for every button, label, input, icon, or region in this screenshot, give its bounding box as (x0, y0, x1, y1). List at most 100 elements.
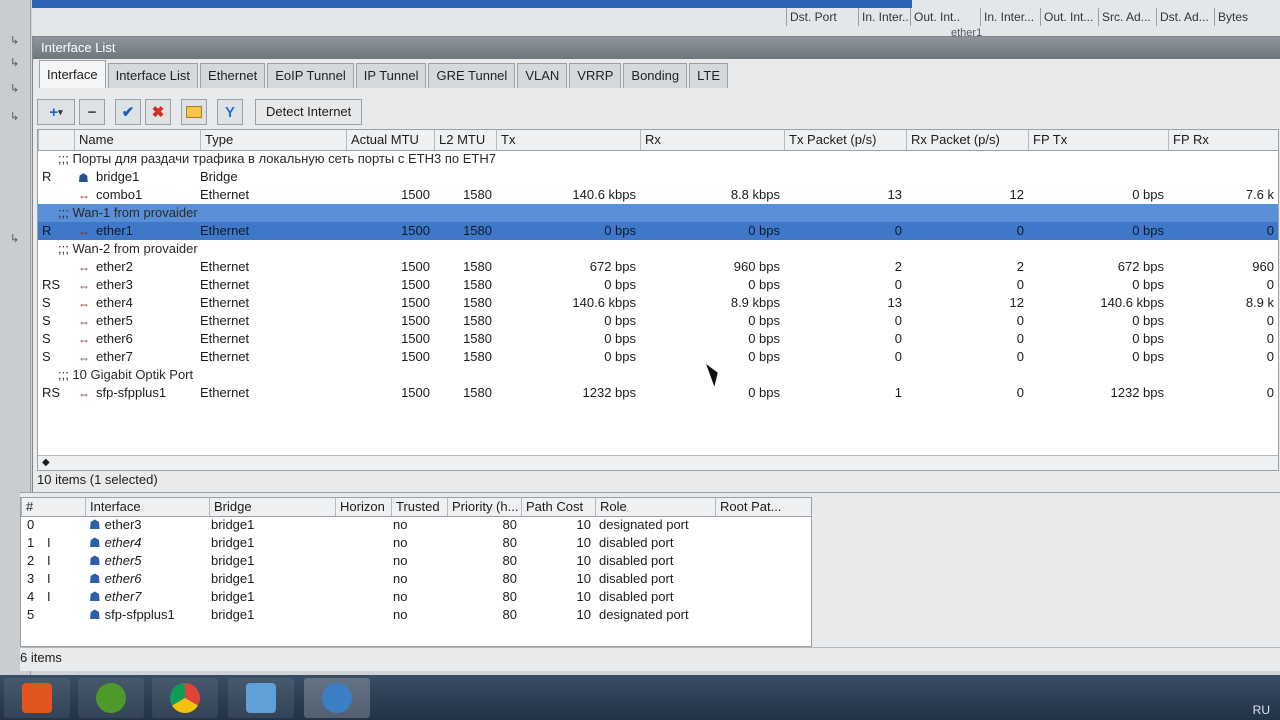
interface-name-text: combo1 (96, 187, 143, 202)
col-rx[interactable]: Rx (640, 130, 785, 150)
window-title[interactable]: Interface List (33, 37, 1280, 59)
bridge-port-row[interactable]: 0 ☗ ether3 bridge1 no 80 10 designated port (21, 516, 811, 534)
tree-arrow-icon[interactable]: ↳ (10, 110, 19, 123)
col-role[interactable]: Role (595, 498, 716, 516)
tab-eoip-tunnel[interactable]: EoIP Tunnel (267, 63, 354, 88)
check-icon: ✔ (121, 104, 135, 121)
tree-arrow-icon[interactable]: ↳ (10, 34, 19, 47)
tree-arrow-icon[interactable]: ↳ (10, 56, 19, 69)
interface-name-text: ether4 (96, 295, 133, 310)
port-interface: ☗ ether6 (89, 570, 205, 588)
tab-interface[interactable]: Interface (39, 60, 106, 88)
tab-ip-tunnel[interactable]: IP Tunnel (355, 63, 427, 88)
col-root-path[interactable]: Root Pat... (715, 498, 811, 516)
bridge-port-row[interactable]: 2 I ☗ ether5 bridge1 no 80 10 disabled port (21, 552, 811, 570)
plus-icon: + (49, 103, 59, 121)
col-actual-mtu[interactable]: Actual MTU (346, 130, 435, 150)
bridge-port-row[interactable]: 1 I ☗ ether4 bridge1 no 80 10 disabled port (21, 534, 811, 552)
bg-col-out-int-2[interactable]: Out. Int... (1040, 8, 1096, 26)
disable-button[interactable]: ✖ (145, 99, 171, 125)
interface-comment-row[interactable]: ;;; Wan-1 from provaider (38, 204, 1278, 222)
bg-col-dst-port[interactable]: Dst. Port (786, 8, 854, 26)
bg-col-in-inter[interactable]: In. Inter... (858, 8, 908, 26)
col-tx-packet[interactable]: Tx Packet (p/s) (784, 130, 907, 150)
interface-row[interactable]: R ☗ bridge1 Bridge (38, 168, 1278, 186)
bridge-port-row[interactable]: 5 ☗ sfp-sfpplus1 bridge1 no 80 10 designated po… (21, 606, 811, 624)
col-name[interactable]: Name (74, 130, 201, 150)
taskbar-control-panel[interactable] (228, 678, 294, 718)
bridge-port-row[interactable]: 3 I ☗ ether6 bridge1 no 80 10 disabled port (21, 570, 811, 588)
cell-flag: S (42, 313, 51, 328)
tab-vlan[interactable]: VLAN (517, 63, 568, 88)
col-tx[interactable]: Tx (496, 130, 641, 150)
interface-row[interactable]: RS ⇔ ether3 Ethernet 1500 1580 0 bps 0 bps 0 0 0 b… (38, 276, 1278, 294)
cell-num: 1 (27, 535, 35, 550)
col-bridge[interactable]: Bridge (209, 498, 336, 516)
cell-bridge: bridge1 (211, 535, 255, 550)
cell-priority: 80 (502, 535, 517, 550)
ethernet-icon: ⇔ (78, 387, 90, 401)
cell-txp: 1 (894, 385, 902, 400)
cell-txp: 0 (894, 331, 902, 346)
remove-button[interactable]: − (79, 99, 105, 125)
interface-name: ⇔ sfp-sfpplus1 (78, 384, 198, 402)
bg-col-bytes[interactable]: Bytes (1214, 8, 1278, 26)
interface-row[interactable]: S ⇔ ether7 Ethernet 1500 1580 0 bps 0 bps 0 0 0 bp… (38, 348, 1278, 366)
filter-button[interactable]: Y (217, 99, 243, 125)
col-horizon[interactable]: Horizon (335, 498, 392, 516)
bridge-port-row[interactable]: 4 I ☗ ether7 bridge1 no 80 10 disabled port (21, 588, 811, 606)
interface-row[interactable]: ⇔ ether2 Ethernet 1500 1580 672 bps 960 bps 2 2 6… (38, 258, 1278, 276)
col-l2-mtu[interactable]: L2 MTU (434, 130, 497, 150)
table-footer-marker: ◆ (38, 455, 1278, 470)
interface-row[interactable]: R ⇔ ether1 Ethernet 1500 1580 0 bps 0 bps 0 0 0 bp… (38, 222, 1278, 240)
interface-row[interactable]: S ⇔ ether5 Ethernet 1500 1580 0 bps 0 bps 0 0 0 bp… (38, 312, 1278, 330)
tab-gre-tunnel[interactable]: GRE Tunnel (428, 63, 516, 88)
cell-mtu: 1500 (401, 349, 430, 364)
col-number[interactable]: # (21, 498, 86, 516)
interface-row[interactable]: RS ⇔ sfp-sfpplus1 Ethernet 1500 1580 1232 bps 0… (38, 384, 1278, 402)
cell-trusted: no (393, 589, 408, 604)
col-trusted[interactable]: Trusted (391, 498, 448, 516)
tree-arrow-icon[interactable]: ↳ (10, 232, 19, 245)
taskbar-utorrent[interactable] (78, 678, 144, 718)
interface-row[interactable]: S ⇔ ether6 Ethernet 1500 1580 0 bps 0 bps 0 0 0 bp… (38, 330, 1278, 348)
tab-ethernet[interactable]: Ethernet (200, 63, 266, 88)
col-rx-packet[interactable]: Rx Packet (p/s) (906, 130, 1029, 150)
interface-row[interactable]: S ⇔ ether4 Ethernet 1500 1580 140.6 kbps 8.9 kb… (38, 294, 1278, 312)
taskbar-media-player[interactable] (4, 678, 70, 718)
tray-language[interactable]: RU (1253, 703, 1270, 717)
cell-fprx: 0 (1266, 277, 1274, 292)
background-selection-bar (32, 0, 912, 8)
detect-internet-button[interactable]: Detect Internet (255, 99, 363, 125)
port-interface-text: ether6 (104, 571, 142, 586)
col-fp-rx[interactable]: FP Rx (1168, 130, 1278, 150)
tab-interface-list[interactable]: Interface List (107, 63, 199, 88)
cell-tx (496, 168, 636, 186)
interface-row[interactable]: ⇔ combo1 Ethernet 1500 1580 140.6 kbps 8.8 kbp… (38, 186, 1278, 204)
tree-arrow-icon[interactable]: ↳ (10, 82, 19, 95)
col-type[interactable]: Type (200, 130, 347, 150)
bg-col-src-addr[interactable]: Src. Ad... (1098, 8, 1156, 26)
interface-comment-row[interactable]: ;;; Wan-2 from provaider (38, 240, 1278, 258)
col-interface[interactable]: Interface (85, 498, 210, 516)
col-priority[interactable]: Priority (h... (447, 498, 522, 516)
bg-col-dst-addr[interactable]: Dst. Ad... (1156, 8, 1214, 26)
tab-bonding[interactable]: Bonding (623, 63, 688, 88)
cell-rxp: 0 (1016, 385, 1024, 400)
interface-comment-row[interactable]: ;;; 10 Gigabit Optik Port (38, 366, 1278, 384)
interface-name-text: sfp-sfpplus1 (96, 385, 167, 400)
taskbar-winbox[interactable] (304, 678, 370, 718)
col-path-cost[interactable]: Path Cost (521, 498, 596, 516)
col-flags[interactable] (38, 130, 79, 150)
cell-fptx: 0 bps (1132, 187, 1164, 202)
cell-mtu: 1500 (401, 331, 430, 346)
taskbar-chrome[interactable] (152, 678, 218, 718)
col-fp-tx[interactable]: FP Tx (1028, 130, 1169, 150)
enable-button[interactable]: ✔ (115, 99, 141, 125)
tab-vrrp[interactable]: VRRP (569, 63, 622, 88)
tab-lte[interactable]: LTE (689, 63, 729, 88)
interface-comment-row[interactable]: ;;; Порты для раздачи трафика в локальну… (38, 150, 1278, 168)
add-button[interactable]: + ▾ (37, 99, 75, 125)
cell-flag: S (42, 349, 51, 364)
comment-button[interactable] (181, 99, 207, 125)
